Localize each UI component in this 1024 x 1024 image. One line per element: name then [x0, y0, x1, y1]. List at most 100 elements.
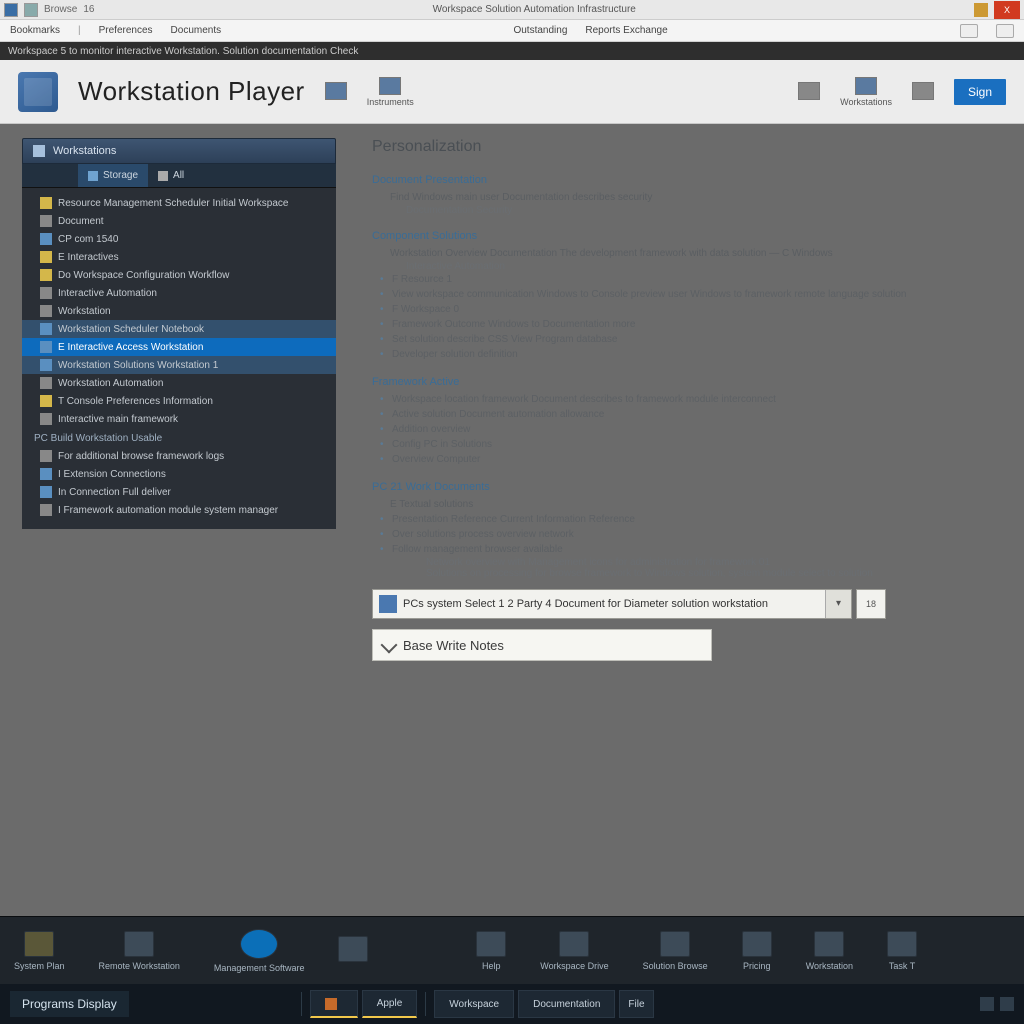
combo-aux-button[interactable]: 18	[856, 589, 886, 619]
taskbar-task[interactable]: File	[619, 990, 653, 1018]
tree-row[interactable]: Resource Management Scheduler Initial Wo…	[22, 194, 336, 212]
doc-icon	[40, 305, 52, 317]
signin-button[interactable]: Sign	[954, 79, 1006, 105]
toolbar-icon-2	[379, 77, 401, 95]
tree-row[interactable]: In Connection Full deliver	[22, 483, 336, 501]
notes-input[interactable]: Base Write Notes	[372, 629, 712, 661]
grid-icon	[158, 171, 168, 181]
tree-row[interactable]: E Interactives	[22, 248, 336, 266]
cloud-icon[interactable]	[960, 24, 978, 38]
tree-row[interactable]: CP com 1540	[22, 230, 336, 248]
list-item: Over solutions process overview network	[372, 527, 998, 542]
vm-selector-combo[interactable]: PCs system Select 1 2 Party 4 Document f…	[372, 589, 852, 619]
list-item: Follow management browser available	[372, 542, 998, 557]
section-line: Documentation Security	[372, 205, 998, 216]
section-3: Framework Active Workspace location fram…	[372, 376, 998, 467]
chevron-down-icon[interactable]: ▾	[825, 590, 851, 618]
taskbar-task[interactable]: Workspace	[434, 990, 514, 1018]
section-4: PC 21 Work Documents E Textual solutions…	[372, 481, 998, 661]
tree-row[interactable]: Interactive main framework	[22, 410, 336, 428]
dock-item[interactable]: Task T	[887, 931, 917, 971]
toolbar-btn-5[interactable]	[912, 82, 934, 102]
close-button[interactable]: X	[994, 1, 1020, 19]
section-heading: Component Solutions	[372, 230, 998, 242]
list-item: F Workspace 0	[372, 302, 998, 317]
list-item: Presentation Reference Current Informati…	[372, 512, 998, 527]
tree-row[interactable]: Workstation Solutions Workstation 1	[22, 356, 336, 374]
tree-row[interactable]: T Console Preferences Information	[22, 392, 336, 410]
tree-row[interactable]: I Framework automation module system man…	[22, 501, 336, 519]
tab-all[interactable]: All	[148, 164, 194, 187]
mail-icon[interactable]	[996, 24, 1014, 38]
list-item: Addition overview	[372, 422, 998, 437]
toolbar-btn-3[interactable]	[798, 82, 820, 102]
tab-storage[interactable]: Storage	[78, 164, 148, 187]
dock-item[interactable]: Pricing	[742, 931, 772, 971]
menu-reports[interactable]: Reports Exchange	[585, 25, 667, 36]
section-line: Find Windows main user Documentation des…	[372, 190, 998, 205]
page-indicator: 16	[83, 4, 94, 15]
toolbar-btn-instruments[interactable]: Instruments	[367, 77, 414, 107]
taskbar-task[interactable]: Apple	[362, 990, 418, 1018]
window-title: Workspace Solution Automation Infrastruc…	[100, 4, 968, 15]
vm-icon	[40, 341, 52, 353]
dock-item[interactable]: Management Software	[214, 929, 305, 973]
section-sub: Network overview with Management icons f…	[372, 557, 998, 568]
window-titlebar: Browse 16 Workspace Solution Automation …	[0, 0, 1024, 20]
menu-outstanding[interactable]: Outstanding	[513, 25, 567, 36]
dock-icon	[559, 931, 589, 957]
section-list: F Resource 1 View workspace communicatio…	[372, 272, 998, 362]
dock-icon	[338, 936, 368, 962]
doc-icon	[40, 215, 52, 227]
product-logo-icon	[18, 72, 58, 112]
window-left-label: Browse	[44, 4, 77, 15]
sidebar: Workstations Storage All Resource Manage…	[0, 124, 336, 916]
toolbar-icon-4	[855, 77, 877, 95]
taskbar-task[interactable]	[310, 990, 358, 1018]
section-line: Workstation Overview Documentation The d…	[372, 246, 998, 261]
tree-row[interactable]: Workstation Automation	[22, 374, 336, 392]
menu-preferences[interactable]: Preferences	[99, 25, 153, 36]
section-list: Presentation Reference Current Informati…	[372, 512, 998, 557]
tray-icon[interactable]	[980, 997, 994, 1011]
sidebar-header[interactable]: Workstations	[22, 138, 336, 164]
dock-item[interactable]: Help	[476, 931, 506, 971]
section-1: Document Presentation Find Windows main …	[372, 174, 998, 216]
taskbar: Programs Display Apple Workspace Documen…	[0, 984, 1024, 1024]
system-tray	[980, 997, 1014, 1011]
dock-item[interactable]: Remote Workstation	[99, 931, 180, 971]
tree-row[interactable]: For additional browse framework logs	[22, 447, 336, 465]
tree-row[interactable]: I Extension Connections	[22, 465, 336, 483]
tree-row-selected[interactable]: E Interactive Access Workstation	[22, 338, 336, 356]
product-title: Workstation Player	[78, 76, 305, 107]
tree-row[interactable]: Interactive Automation	[22, 284, 336, 302]
section-heading: Document Presentation	[372, 174, 998, 186]
menu-bar: Bookmarks | Preferences Documents Outsta…	[0, 20, 1024, 42]
start-button[interactable]: Programs Display	[10, 991, 129, 1017]
dock-item[interactable]: Workspace Drive	[540, 931, 608, 971]
dock-item[interactable]: System Plan	[14, 931, 65, 971]
section-line: E Textual solutions	[372, 497, 998, 512]
dock-item[interactable]: Solution Browse	[643, 931, 708, 971]
vm-icon	[40, 486, 52, 498]
section-sub: Solutions on processing for browse frame…	[372, 568, 998, 579]
dock-icon	[24, 931, 54, 957]
dock-item[interactable]: Workstation	[806, 931, 853, 971]
toolbar-btn-1[interactable]	[325, 82, 347, 102]
vm-icon	[40, 468, 52, 480]
toolbar-btn-workstations[interactable]: Workstations	[840, 77, 892, 107]
menu-bookmarks[interactable]: Bookmarks	[10, 25, 60, 36]
taskbar-task[interactable]: Documentation	[518, 990, 615, 1018]
storage-icon	[88, 171, 98, 181]
tree-row[interactable]: Do Workspace Configuration Workflow	[22, 266, 336, 284]
tree-row[interactable]: Workstation Scheduler Notebook	[22, 320, 336, 338]
menu-documents[interactable]: Documents	[171, 25, 222, 36]
doc-icon	[40, 413, 52, 425]
vm-icon	[40, 233, 52, 245]
tray-icon[interactable]	[1000, 997, 1014, 1011]
dock-item[interactable]	[338, 936, 368, 966]
tree-row[interactable]: Document	[22, 212, 336, 230]
dock-icon	[814, 931, 844, 957]
tree-row[interactable]: Workstation	[22, 302, 336, 320]
tree-group-label[interactable]: PC Build Workstation Usable	[22, 428, 336, 447]
